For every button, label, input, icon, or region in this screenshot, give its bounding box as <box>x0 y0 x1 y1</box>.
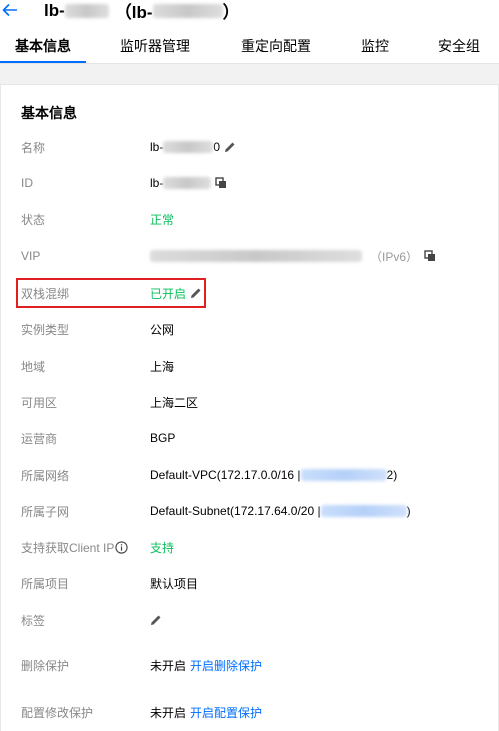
edit-pencil-icon[interactable] <box>190 287 202 299</box>
label-project: 所属项目 <box>21 576 70 591</box>
redacted-lb-id <box>64 3 109 18</box>
tab-basic-info[interactable]: 基本信息 <box>15 36 71 64</box>
subnet-text: Default-Subnet(172.17.64.0/20 | <box>150 504 321 518</box>
row-vip: VIP （IPv6） <box>0 246 499 266</box>
name-prefix: lb- <box>150 140 164 154</box>
row-config-protection: 配置修改保护 未开启 开启配置保护 <box>0 702 499 722</box>
value-tags <box>150 610 162 630</box>
vpc-text: Default-VPC(172.17.0.0/16 | <box>150 468 301 482</box>
redacted-id <box>163 177 212 189</box>
label-dualstack: 双栈混绑 <box>21 286 70 301</box>
enable-delete-protection-link[interactable]: 开启删除保护 <box>190 657 262 674</box>
row-id: ID lb- <box>0 173 499 193</box>
section-title: 基本信息 <box>21 105 77 121</box>
row-region: 地域 上海 <box>0 356 499 376</box>
vpc-suffix: 2) <box>386 468 398 482</box>
copy-icon[interactable] <box>424 250 436 262</box>
row-instance-type: 实例类型 公网 <box>0 319 499 339</box>
value-subnet: Default-Subnet(172.17.64.0/20 | ) <box>150 501 411 521</box>
config-protection-status: 未开启 <box>150 705 187 720</box>
page-title: lb- （lb- ） <box>44 0 240 23</box>
value-vip: （IPv6） <box>150 246 436 266</box>
tab-listeners[interactable]: 监听器管理 <box>120 36 190 64</box>
row-zone: 可用区 上海二区 <box>0 392 499 412</box>
row-subnet: 所属子网 Default-Subnet(172.17.64.0/20 | ) <box>0 501 499 521</box>
label-subnet: 所属子网 <box>21 504 70 519</box>
id-prefix: lb- <box>150 176 164 190</box>
value-isp: BGP <box>150 431 176 445</box>
value-zone: 上海二区 <box>150 395 199 410</box>
value-client-ip: 支持 <box>150 540 175 555</box>
value-instance-type: 公网 <box>150 322 175 337</box>
label-client-ip: 支持获取Client IP <box>21 537 129 557</box>
name-suffix: 0 <box>213 140 221 154</box>
subnet-id-link[interactable] <box>320 505 407 517</box>
row-project: 所属项目 默认项目 <box>0 573 499 593</box>
active-tab-indicator <box>0 61 86 63</box>
dualstack-status: 已开启 <box>150 286 187 301</box>
subnet-suffix: ) <box>406 504 411 518</box>
label-isp: 运营商 <box>21 431 58 446</box>
title-middle: （lb- <box>114 3 153 22</box>
tab-security-group[interactable]: 安全组 <box>438 36 480 64</box>
copy-icon[interactable] <box>215 177 227 189</box>
redacted-vip <box>150 250 362 262</box>
tab-redirect[interactable]: 重定向配置 <box>241 36 311 64</box>
delete-protection-status: 未开启 <box>150 658 187 673</box>
redacted-name <box>163 141 214 153</box>
row-delete-protection: 删除保护 未开启 开启删除保护 <box>0 655 499 675</box>
row-vpc: 所属网络 Default-VPC(172.17.0.0/16 | 2) <box>0 465 499 485</box>
enable-config-protection-link[interactable]: 开启配置保护 <box>190 704 262 721</box>
value-dualstack: 已开启 <box>150 283 202 303</box>
row-tags: 标签 <box>0 610 499 630</box>
label-instance-type: 实例类型 <box>21 322 70 337</box>
label-id: ID <box>21 176 33 190</box>
value-id: lb- <box>150 173 227 193</box>
label-tags: 标签 <box>21 613 46 628</box>
redacted-lb-name <box>152 3 223 18</box>
client-ip-label-text: 支持获取Client IP <box>21 540 115 555</box>
info-icon[interactable] <box>115 540 129 554</box>
label-config-protection: 配置修改保护 <box>21 705 94 720</box>
row-isp: 运营商 BGP <box>0 428 499 448</box>
back-arrow-icon[interactable] <box>0 0 20 20</box>
label-region: 地域 <box>21 359 46 374</box>
tab-bar: 基本信息 监听器管理 重定向配置 监控 安全组 <box>0 36 499 64</box>
ipv6-tag: （IPv6） <box>370 249 419 264</box>
title-prefix: lb- <box>44 0 65 20</box>
value-vpc: Default-VPC(172.17.0.0/16 | 2) <box>150 465 397 485</box>
vpc-id-link[interactable] <box>300 469 387 481</box>
title-suffix: ） <box>222 3 240 22</box>
row-status: 状态 正常 <box>0 209 499 229</box>
row-dualstack: 双栈混绑 已开启 <box>0 283 499 303</box>
tab-monitoring[interactable]: 监控 <box>361 36 389 64</box>
page-header: lb- （lb- ） 基本信息 监听器管理 重定向配置 监控 安全组 <box>0 0 499 64</box>
row-client-ip: 支持获取Client IP 支持 <box>0 537 499 557</box>
value-status: 正常 <box>150 212 175 227</box>
value-project: 默认项目 <box>150 576 199 591</box>
row-name: 名称 lb- 0 <box>0 137 499 157</box>
label-delete-protection: 删除保护 <box>21 658 70 673</box>
label-vip: VIP <box>21 249 41 263</box>
value-config-protection: 未开启 开启配置保护 <box>150 702 262 722</box>
label-status: 状态 <box>21 212 46 227</box>
label-name: 名称 <box>21 140 46 155</box>
edit-pencil-icon[interactable] <box>150 614 162 626</box>
value-name: lb- 0 <box>150 137 236 157</box>
edit-pencil-icon[interactable] <box>224 141 236 153</box>
label-vpc: 所属网络 <box>21 468 70 483</box>
value-delete-protection: 未开启 开启删除保护 <box>150 655 262 675</box>
value-region: 上海 <box>150 359 175 374</box>
label-zone: 可用区 <box>21 395 58 410</box>
